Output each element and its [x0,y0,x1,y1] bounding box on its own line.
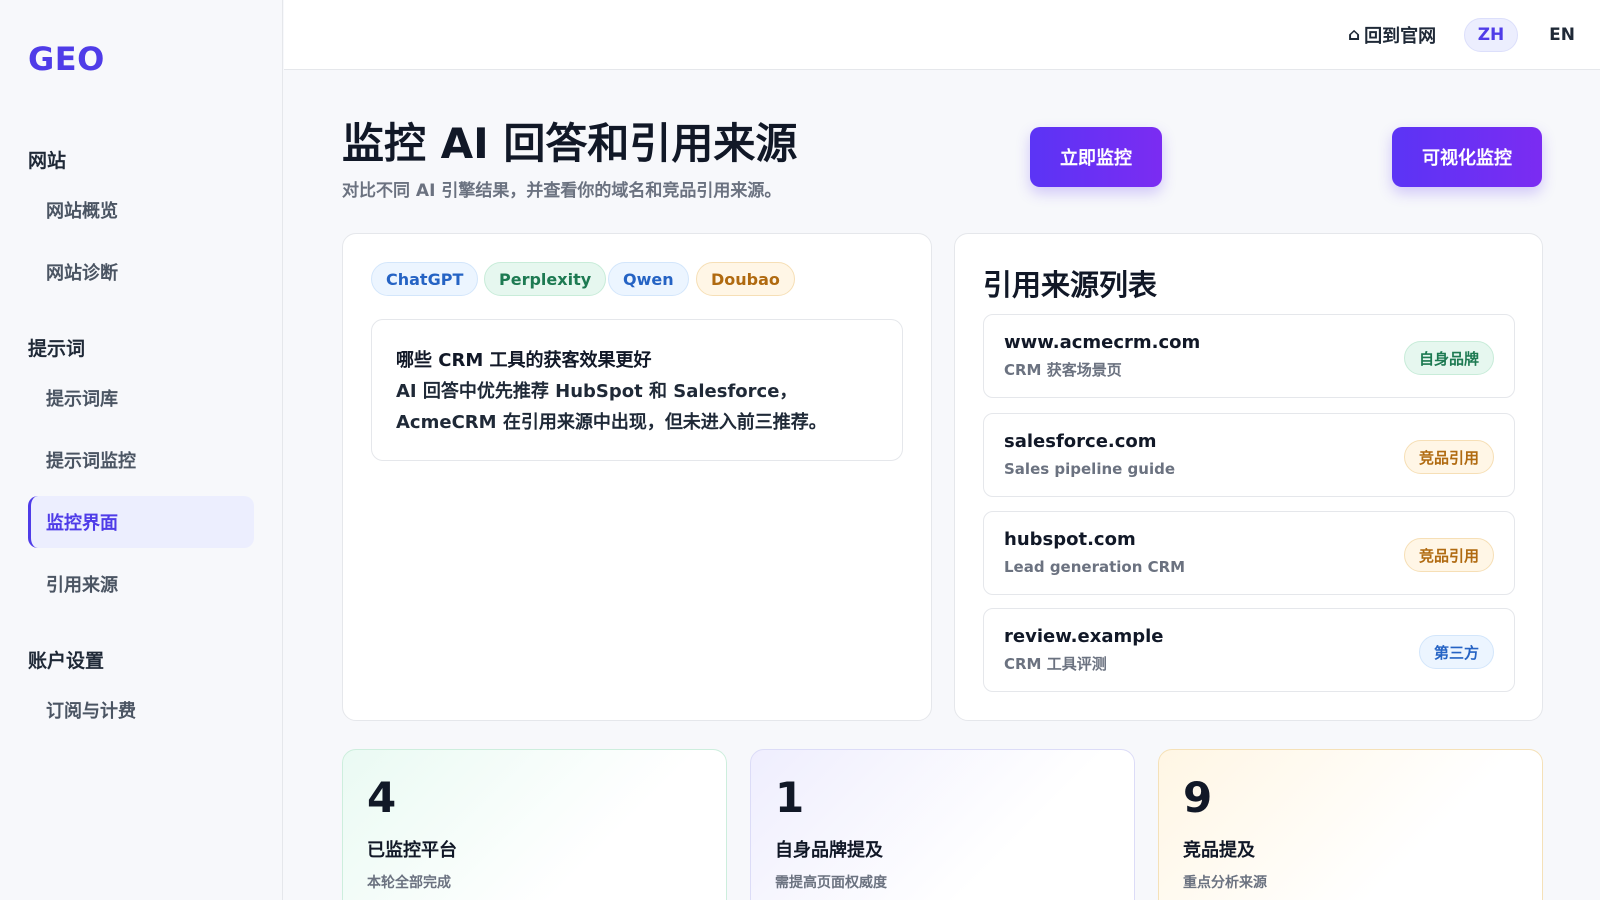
home-link[interactable]: ⌂ 回到官网 [1348,22,1436,48]
sidebar-item-billing[interactable]: 订阅与计费 [28,684,254,736]
visual-monitor-button[interactable]: 可视化监控 [1392,127,1542,187]
stat-note: 需提高页面权威度 [775,875,887,891]
sidebar-item-prompt-monitoring[interactable]: 提示词监控 [28,434,254,486]
lang-zh-button[interactable]: ZH [1464,18,1518,52]
status-badge: 第三方 [1418,635,1494,669]
list-item[interactable]: hubspot.com Lead generation CRM 竞品引用 [983,511,1515,595]
citation-list-title: 引用来源列表 [983,268,1158,302]
status-badge: 竞品引用 [1403,440,1494,474]
page-title: 监控 AI 回答和引用来源 [342,119,798,168]
sidebar-item-site-diagnosis[interactable]: 网站诊断 [28,246,254,298]
citation-list-card: 引用来源列表 www.acmecrm.com CRM 获客场景页 自身品牌 sa… [954,233,1543,721]
stat-note: 重点分析来源 [1183,875,1267,891]
ai-answer-card: ChatGPT Perplexity Qwen Doubao 哪些 CRM 工具… [342,233,932,721]
stat-value: 1 [775,773,805,822]
stat-note: 本轮全部完成 [367,875,451,891]
stat-label: 已监控平台 [367,840,457,861]
stat-card-platforms: 4 已监控平台 本轮全部完成 [342,749,727,900]
home-link-label: 回到官网 [1364,26,1437,47]
page-subtitle: 对比不同 AI 引擎结果，并查看你的域名和竞品引用来源。 [342,181,782,201]
nav-group-account: 账户设置 [28,650,105,672]
list-item[interactable]: www.acmecrm.com CRM 获客场景页 自身品牌 [983,314,1515,398]
engine-tab-qwen[interactable]: Qwen [608,262,689,296]
logo[interactable]: GEO [28,40,105,78]
status-badge: 竞品引用 [1403,538,1494,572]
sidebar-item-citation-sources[interactable]: 引用来源 [28,558,254,610]
stat-card-own-brand: 1 自身品牌提及 需提高页面权威度 [750,749,1135,900]
stat-label: 竞品提及 [1183,840,1255,861]
list-item[interactable]: salesforce.com Sales pipeline guide 竞品引用 [983,413,1515,497]
sidebar-item-prompt-library[interactable]: 提示词库 [28,372,254,424]
lang-en-button[interactable]: EN [1540,18,1584,52]
stat-value: 9 [1183,773,1213,822]
sidebar-item-monitor-view[interactable]: 监控界面 [28,496,254,548]
engine-tab-perplexity[interactable]: Perplexity [484,262,607,296]
answer-box: 哪些 CRM 工具的获客效果更好 AI 回答中优先推荐 HubSpot 和 Sa… [371,319,903,461]
sidebar-item-site-overview[interactable]: 网站概览 [28,184,254,236]
top-bar: ⌂ 回到官网 ZH EN [284,0,1600,70]
stat-value: 4 [367,773,397,822]
answer-text: AI 回答中优先推荐 HubSpot 和 Salesforce，AcmeCRM … [396,381,827,433]
answer-question: 哪些 CRM 工具的获客效果更好 [396,350,652,371]
sidebar: GEO 网站 网站概览 网站诊断 提示词 提示词库 提示词监控 监控界面 引用来… [0,0,283,900]
stat-card-competitors: 9 竞品提及 重点分析来源 [1158,749,1543,900]
engine-tab-chatgpt[interactable]: ChatGPT [371,262,479,296]
home-icon: ⌂ [1348,25,1361,45]
nav-group-prompts: 提示词 [28,338,86,360]
monitor-now-button[interactable]: 立即监控 [1030,127,1162,187]
status-badge: 自身品牌 [1403,341,1494,375]
nav-group-website: 网站 [28,150,67,172]
stat-label: 自身品牌提及 [775,840,883,861]
engine-tab-doubao[interactable]: Doubao [696,262,795,296]
list-item[interactable]: review.example CRM 工具评测 第三方 [983,608,1515,692]
